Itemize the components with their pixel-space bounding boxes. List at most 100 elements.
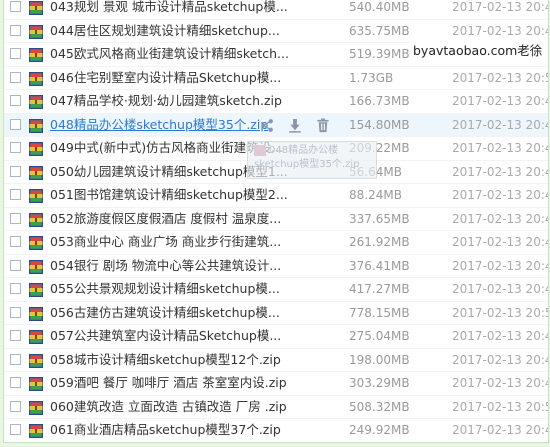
share-icon[interactable] xyxy=(259,118,275,133)
file-size: 154.80MB xyxy=(349,117,410,132)
file-row[interactable]: 051图书馆建筑设计精细sketchup模型2... 88.24MB 2017-02… xyxy=(4,184,548,208)
file-date: 2017-02-13 20:48 xyxy=(452,329,548,343)
file-name[interactable]: 047精品学校·规划·幼儿园建筑sketch.zip xyxy=(50,90,298,113)
file-date: 2017-02-13 20:48 xyxy=(452,423,548,437)
row-checkbox[interactable] xyxy=(10,377,21,388)
file-row[interactable]: 057公共建筑室内设计精品Sketchup模... 275.04MB 2017-02… xyxy=(4,325,548,349)
row-checkbox[interactable] xyxy=(10,306,21,318)
file-row[interactable]: 052旅游度假区度假酒店 度假村 温泉度... 337.65MB 2017-02-1… xyxy=(4,208,548,231)
zip-archive-icon xyxy=(29,0,43,15)
row-checkbox[interactable] xyxy=(10,189,21,200)
file-date: 2017-02-13 20:49 xyxy=(452,282,548,296)
file-size: 88.24MB xyxy=(349,188,402,202)
file-size: 635.75MB xyxy=(349,23,410,38)
file-row[interactable]: 053商业中心 商业广场 商业步行街建筑... 261.92MB 2017-02-1… xyxy=(4,231,548,255)
file-row[interactable]: 061商业酒店精品sketchup模型37个.zip 249.92MB 2017-0… xyxy=(4,419,548,442)
file-name[interactable]: 060建筑改造 立面改造 古镇改造 厂房 .zip xyxy=(50,396,298,419)
row-checkbox[interactable] xyxy=(10,330,21,341)
zip-archive-icon xyxy=(29,71,43,86)
row-checkbox[interactable] xyxy=(10,142,21,153)
file-date: 2017-02-13 20:48 xyxy=(452,117,548,132)
file-size: 275.04MB xyxy=(349,329,410,343)
row-checkbox[interactable] xyxy=(10,118,21,130)
file-date: 2017-02-13 20:48 xyxy=(452,258,548,273)
file-date: 2017-02-13 20:47 xyxy=(452,235,548,249)
file-name[interactable]: 043规划 景观 城市设计精品sketchup模... xyxy=(50,0,298,19)
file-date: 2017-02-13 20:51 xyxy=(452,305,548,320)
row-checkbox[interactable] xyxy=(10,71,21,83)
file-date: 2017-02-13 20:53 xyxy=(452,70,548,85)
file-name[interactable]: 059酒吧 餐厅 咖啡厅 酒店 茶室室内设.zip xyxy=(50,372,298,395)
row-checkbox[interactable] xyxy=(10,353,21,365)
download-icon[interactable] xyxy=(287,118,303,133)
file-name[interactable]: 046住宅别墅室内设计精品Sketchup模... xyxy=(50,67,298,90)
file-size: 303.29MB xyxy=(349,376,410,390)
file-name[interactable]: 055公共景观规划设计精细sketchup模... xyxy=(50,278,298,301)
row-checkbox[interactable] xyxy=(10,24,21,36)
file-name[interactable]: 054银行 剧场 物流中心等公共建筑设计... xyxy=(50,255,298,278)
zip-archive-icon xyxy=(29,306,43,321)
zip-archive-icon xyxy=(29,353,43,368)
zip-archive-icon xyxy=(29,94,43,109)
file-name[interactable]: 058城市设计精细sketchup模型12个.zip xyxy=(50,349,298,372)
file-date: 2017-02-13 20:48 xyxy=(452,141,548,155)
file-name[interactable]: 056古建仿古建筑设计精细sketchup模... xyxy=(50,302,298,325)
zip-archive-icon xyxy=(29,212,43,227)
file-size: 261.92MB xyxy=(349,235,410,249)
file-size: 417.27MB xyxy=(349,282,410,296)
file-name[interactable]: 061商业酒店精品sketchup模型37个.zip xyxy=(50,419,298,442)
file-size: 540.40MB xyxy=(349,0,410,14)
file-name[interactable]: 052旅游度假区度假酒店 度假村 温泉度... xyxy=(50,208,298,231)
drag-ghost-label: 048精品办公楼sketchup模型35个.zip xyxy=(254,145,360,170)
file-date: 2017-02-13 20:48 xyxy=(452,164,548,179)
row-checkbox[interactable] xyxy=(10,259,21,271)
file-row[interactable]: 056古建仿古建筑设计精细sketchup模... 778.15MB 2017-02… xyxy=(4,302,548,325)
file-size: 508.32MB xyxy=(349,399,410,414)
watermark: byavtaobao.com老徐 xyxy=(409,40,548,62)
file-name[interactable]: 045欧式风格商业街建筑设计精细sketch... xyxy=(50,43,298,66)
file-name[interactable]: 044居住区规划建筑设计精细sketchup... xyxy=(50,20,298,43)
file-row[interactable]: 059酒吧 餐厅 咖啡厅 酒店 茶室室内设.zip 303.29MB 2017-02… xyxy=(4,372,548,396)
file-size: 1.73GB xyxy=(349,70,394,85)
file-row[interactable]: 043规划 景观 城市设计精品sketchup模... 540.40MB 2017-… xyxy=(4,0,548,20)
row-checkbox[interactable] xyxy=(10,95,21,106)
zip-archive-icon xyxy=(29,24,43,39)
trash-icon[interactable] xyxy=(315,117,331,133)
file-size: 519.39MB xyxy=(349,47,410,61)
file-row[interactable]: 046住宅别墅室内设计精品Sketchup模... 1.73GB 2017-02-1… xyxy=(4,67,548,90)
file-row[interactable]: 047精品学校·规划·幼儿园建筑sketch.zip 166.73MB 2017-0… xyxy=(4,90,548,114)
file-date: 2017-02-13 20:47 xyxy=(452,23,548,38)
file-name[interactable]: 053商业中心 商业广场 商业步行街建筑... xyxy=(50,231,298,254)
row-checkbox[interactable] xyxy=(10,283,21,294)
file-list: 043规划 景观 城市设计精品sketchup模... 540.40MB 2017-… xyxy=(4,0,548,442)
row-checkbox[interactable] xyxy=(10,165,21,177)
file-row[interactable]: 054银行 剧场 物流中心等公共建筑设计... 376.41MB 2017-02-1… xyxy=(4,255,548,278)
file-browser-window: 043规划 景观 城市设计精品sketchup模... 540.40MB 2017-… xyxy=(3,0,549,443)
zip-archive-icon xyxy=(29,329,43,344)
file-size: 249.92MB xyxy=(349,423,410,437)
row-checkbox[interactable] xyxy=(10,424,21,435)
file-date: 2017-02-13 20:46 xyxy=(452,0,548,14)
file-name[interactable]: 057公共建筑室内设计精品Sketchup模... xyxy=(50,325,298,348)
row-checkbox[interactable] xyxy=(10,212,21,224)
row-checkbox[interactable] xyxy=(10,48,21,59)
file-name[interactable]: 051图书馆建筑设计精细sketchup模型2... xyxy=(50,184,298,207)
file-date: 2017-02-13 20:48 xyxy=(452,94,548,108)
file-date: 2017-02-13 20:48 xyxy=(452,211,548,226)
zip-archive-icon xyxy=(29,235,43,250)
row-checkbox[interactable] xyxy=(10,400,21,412)
file-row[interactable]: 055公共景观规划设计精细sketchup模... 417.27MB 2017-02… xyxy=(4,278,548,302)
file-row[interactable]: 048精品办公楼sketchup模型35个.zip 154.80MB 2017-02… xyxy=(4,113,548,137)
row-checkbox[interactable] xyxy=(10,236,21,247)
file-size: 376.41MB xyxy=(349,258,410,273)
file-row[interactable]: 058城市设计精细sketchup模型12个.zip 198.00MB 2017-0… xyxy=(4,349,548,372)
file-size: 198.00MB xyxy=(349,352,410,367)
zip-archive-icon xyxy=(29,47,43,62)
zip-archive-icon xyxy=(29,423,43,438)
drag-ghost: 048精品办公楼sketchup模型35个.zip xyxy=(247,141,377,179)
row-checkbox[interactable] xyxy=(10,1,21,12)
zip-archive-icon xyxy=(29,259,43,274)
file-size: 778.15MB xyxy=(349,305,410,320)
file-size: 337.65MB xyxy=(349,211,410,226)
file-row[interactable]: 060建筑改造 立面改造 古镇改造 厂房 .zip 508.32MB 2017-02… xyxy=(4,396,548,419)
